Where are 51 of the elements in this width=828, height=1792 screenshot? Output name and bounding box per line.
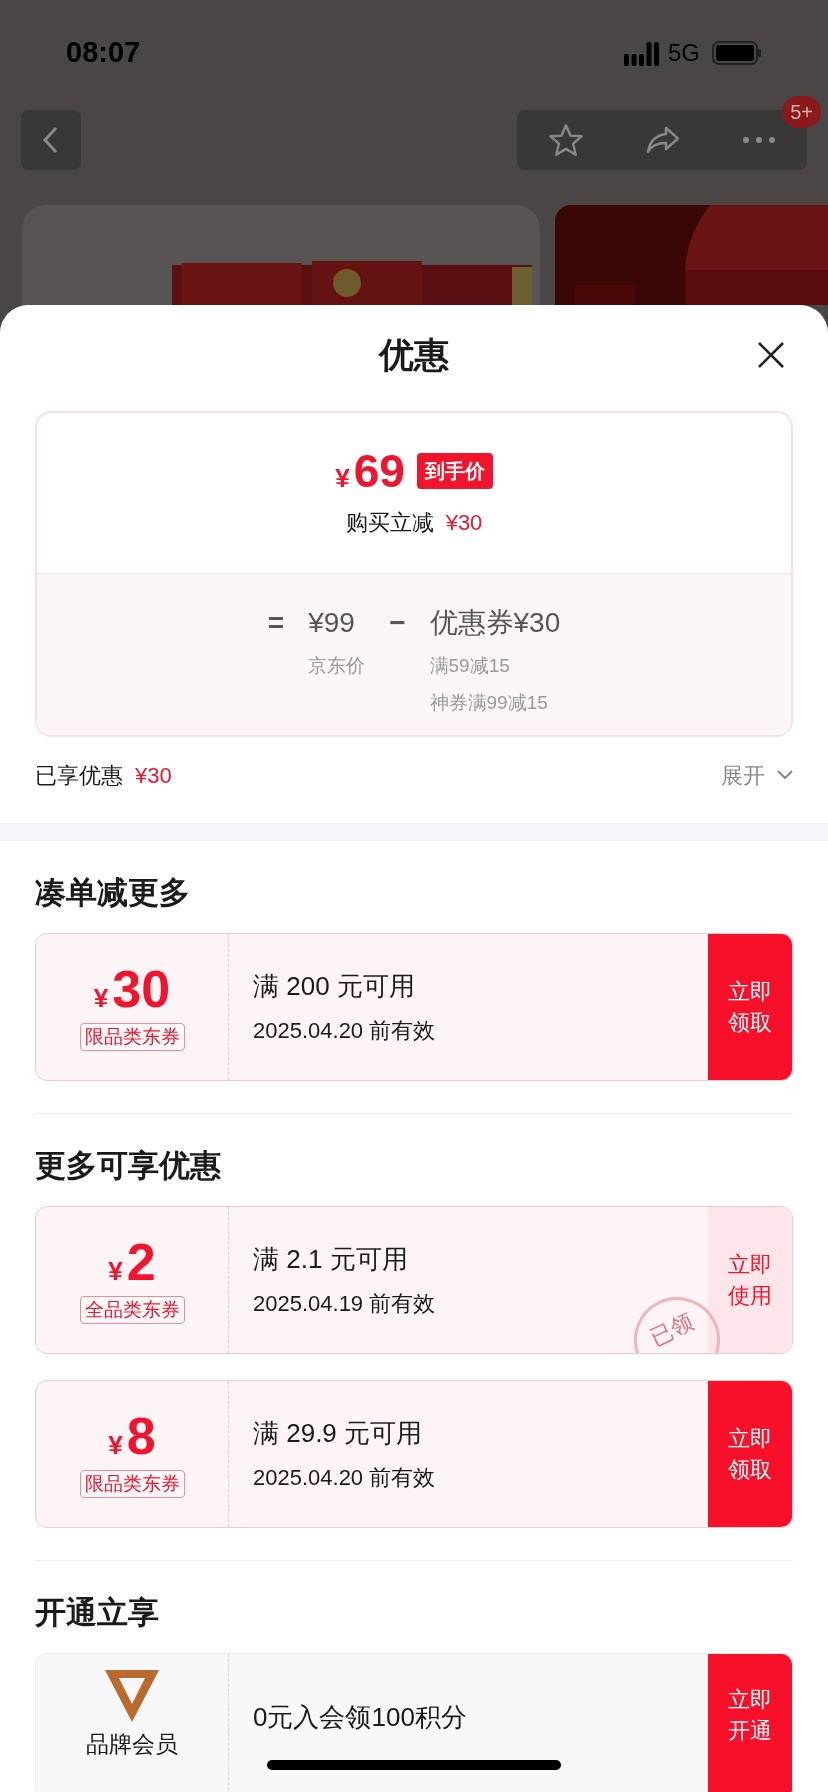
battery-icon — [712, 40, 762, 65]
status-time: 08:07 — [66, 34, 141, 70]
coupon-condition: 满 2.1 元可用 — [253, 1243, 409, 1276]
currency-sign: ¥ — [335, 464, 350, 491]
coupon-detail: 满59减15 — [429, 654, 510, 678]
saving-amount: ¥30 — [445, 508, 483, 537]
notification-badge: 5+ — [782, 96, 821, 128]
coupon-condition: 满 200 元可用 — [253, 970, 416, 1003]
base-price-label: 京东价 — [308, 654, 366, 678]
chevron-down-icon — [777, 770, 793, 780]
coupon-total: 优惠券¥30 — [429, 606, 561, 640]
coupon-amount: 30 — [112, 963, 171, 1015]
currency-sign: ¥ — [108, 1432, 123, 1458]
summary-label: 已享优惠 — [35, 761, 123, 790]
currency-sign: ¥ — [108, 1258, 123, 1284]
section-title: 凑单减更多 — [35, 873, 190, 912]
price-tag: 到手价 — [416, 452, 493, 489]
coupon-condition: 满 29.9 元可用 — [253, 1417, 424, 1450]
coupon-tag: 限品类东券 — [79, 1023, 185, 1051]
base-price: ¥99 — [308, 606, 355, 640]
star-icon[interactable] — [547, 123, 584, 157]
coupon-detail: 神券满99减15 — [429, 690, 548, 715]
final-price: 69 — [353, 447, 405, 494]
coupon-expiry: 2025.04.19 前有效 — [253, 1290, 437, 1318]
coupon-amount: 8 — [126, 1410, 156, 1462]
use-button[interactable]: 立即使用 — [708, 1207, 792, 1353]
membership-name: 品牌会员 — [86, 1730, 178, 1758]
sheet-title: 优惠 — [379, 333, 449, 376]
claim-button[interactable]: 立即领取 — [708, 1381, 792, 1527]
back-button[interactable] — [21, 110, 81, 170]
coupon-amount: 2 — [126, 1236, 156, 1288]
signal-icon — [624, 39, 660, 66]
share-icon[interactable] — [645, 125, 681, 155]
section-title: 更多可享优惠 — [35, 1146, 221, 1185]
section-title: 开通立享 — [35, 1593, 159, 1632]
expand-button[interactable]: 展开 — [721, 758, 793, 792]
minus-sign: − — [389, 606, 406, 640]
coupon-expiry: 2025.04.20 前有效 — [253, 1464, 437, 1492]
network-label: 5G — [668, 37, 700, 68]
saving-label: 购买立减 — [345, 508, 434, 537]
coupon-tag: 全品类东券 — [79, 1296, 185, 1324]
equals-sign: = — [267, 606, 285, 640]
coupon-condition: 0元入会领100积分 — [253, 1701, 468, 1734]
coupon-tag: 限品类东券 — [79, 1470, 185, 1498]
coupon-expiry: 2025.04.20 前有效 — [253, 1017, 437, 1045]
more-icon[interactable] — [742, 136, 777, 144]
claim-button[interactable]: 立即领取 — [708, 934, 792, 1080]
summary-amount: ¥30 — [135, 761, 172, 790]
brand-logo-icon — [105, 1670, 159, 1722]
claim-button[interactable]: 立即开通 — [708, 1654, 792, 1792]
currency-sign: ¥ — [93, 985, 109, 1011]
